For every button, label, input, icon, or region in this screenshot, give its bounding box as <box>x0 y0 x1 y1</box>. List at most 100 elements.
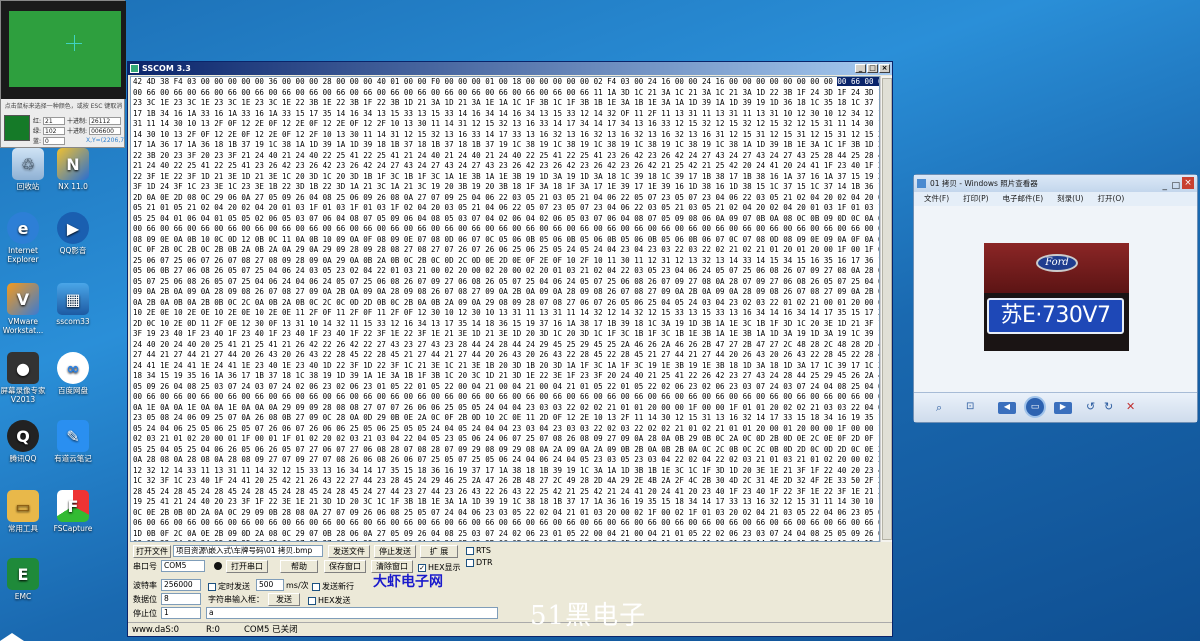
hex-display-checkbox[interactable]: ✓ HEX显示 <box>418 562 461 573</box>
checkbox-box[interactable]: ✓ <box>418 563 426 572</box>
close-icon[interactable]: × <box>879 64 890 73</box>
menu-open[interactable]: 打开(O) <box>1097 192 1124 206</box>
license-plate: 苏E·730V7 <box>987 298 1124 334</box>
previous-icon[interactable]: ◀ <box>998 402 1016 414</box>
checkbox-box[interactable] <box>308 596 316 605</box>
vmware-icon[interactable]: V VMware Workstat... <box>0 283 51 335</box>
red-label: 红: <box>33 118 42 125</box>
viewer-titlebar[interactable]: 01 拷贝 - Windows 照片查看器 _ □ × <box>914 175 1197 192</box>
send-button[interactable]: 发送 <box>268 593 300 606</box>
send-input[interactable]: a <box>206 607 498 619</box>
red-dec-value[interactable]: 26112 <box>89 116 122 125</box>
delete-icon[interactable]: ✕ <box>1126 400 1135 413</box>
file-path-field[interactable]: 项目资源\嵌入式\车牌号码\01 拷贝.bmp <box>173 545 323 557</box>
sscom-icon[interactable]: ▦ sscom33 <box>45 283 101 326</box>
stop-send-button[interactable]: 停止发送 <box>374 545 416 558</box>
hex-line: 1C 32 3F 1C 23 40 1F 24 41 20 25 42 21 2… <box>133 476 880 485</box>
photo-viewer-window[interactable]: 01 拷贝 - Windows 照片查看器 _ □ × 文件(F) 打印(P) … <box>913 174 1198 423</box>
magnifier-preview <box>1 1 126 99</box>
hex-selection: 00 66 00 66 00 <box>837 77 879 86</box>
youdao-note-icon[interactable]: ✎ 有道云笔记 <box>45 420 101 463</box>
hex-line: 18 34 15 19 35 16 1A 36 17 1B 37 18 1C 3… <box>133 371 880 380</box>
ie-icon[interactable]: e Internet Explorer <box>0 212 51 264</box>
green-dec-value[interactable]: 006600 <box>89 126 122 135</box>
scroll-thumb[interactable] <box>882 78 892 540</box>
qq-player-icon[interactable]: ▶ QQ影音 <box>45 212 101 255</box>
checkbox-box[interactable] <box>466 546 474 555</box>
icon-label: 屏幕录像专家 V2013 <box>0 386 46 404</box>
dtr-checkbox[interactable]: DTR <box>466 558 493 567</box>
fscapture-icon[interactable]: F FSCapture <box>45 490 101 533</box>
minimize-icon[interactable]: _ <box>855 64 866 73</box>
hex-line: 0C 0E 2B 0B 0D 2A 0A 0C 29 09 0B 28 08 0… <box>133 507 880 517</box>
tools-folder-icon[interactable]: ▭ 常用工具 <box>0 490 51 533</box>
send-newline-label: 发送新行 <box>322 582 354 591</box>
viewer-toolbar: ⌕ ⊡ ◀ ▭ ▶ ↺ ↻ ✕ <box>914 392 1197 422</box>
vertical-scrollbar[interactable] <box>880 76 892 542</box>
hex-line: 17 1A 36 17 1A 36 18 1B 37 19 1C 38 1A 1… <box>133 140 880 149</box>
hex-line: 05 24 04 06 25 05 06 25 05 07 26 06 07 2… <box>133 423 880 433</box>
green-value[interactable]: 102 <box>43 126 66 135</box>
checkbox-box[interactable] <box>208 582 216 591</box>
close-icon[interactable]: × <box>1182 177 1194 189</box>
start-corner-icon[interactable] <box>0 633 24 641</box>
qq-icon[interactable]: Q 腾讯QQ <box>0 420 51 463</box>
port-select[interactable]: COM5 <box>161 560 205 572</box>
screen-recorder-icon[interactable]: ● 屏幕录像专家 V2013 <box>0 352 51 404</box>
rotate-left-icon[interactable]: ↺ <box>1086 400 1095 413</box>
zoom-icon[interactable]: ⌕ <box>936 401 942 415</box>
save-window-button[interactable]: 保存窗口 <box>324 560 366 573</box>
next-icon[interactable]: ▶ <box>1054 402 1072 414</box>
hex-line: 05 06 0B 27 06 08 26 05 07 25 04 06 24 0… <box>133 266 880 275</box>
blue-value[interactable]: 0 <box>43 136 66 145</box>
icon-label: 腾讯QQ <box>9 454 37 463</box>
hex-send-checkbox[interactable]: HEX发送 <box>308 595 351 606</box>
menu-print[interactable]: 打印(P) <box>963 192 988 206</box>
menu-file[interactable]: 文件(F) <box>924 192 949 206</box>
hex-line: 21 24 40 22 25 41 22 25 41 23 26 42 23 2… <box>133 161 880 170</box>
actual-size-icon[interactable]: ⊡ <box>966 401 974 412</box>
checkbox-box[interactable] <box>312 582 320 591</box>
interval-input[interactable]: 500 <box>256 579 284 591</box>
clear-window-button[interactable]: 清除窗口 <box>371 560 413 573</box>
rotate-right-icon[interactable]: ↻ <box>1104 400 1113 413</box>
hex-line: 10 2E 0E 10 2E 0E 10 2E 0E 10 2E 0E 11 2… <box>133 308 880 317</box>
stopbits-select[interactable]: 1 <box>161 607 201 619</box>
hex-line: 23 3C 1E 23 3C 1E 23 3C 1E 23 3C 1E 22 3… <box>133 98 880 107</box>
baud-select[interactable]: 256000 <box>161 579 201 591</box>
emc-icon[interactable]: E EMC <box>0 558 51 601</box>
picker-hint: 点击鼠标来选择一种颜色，或按 ESC 键取消 <box>4 103 123 110</box>
slideshow-icon[interactable]: ▭ <box>1024 396 1046 418</box>
baidu-netdisk-icon[interactable]: ∞ 百度网盘 <box>45 352 101 395</box>
hex-send-label: HEX发送 <box>318 596 351 605</box>
help-button[interactable]: 帮助 <box>280 560 318 573</box>
rts-checkbox[interactable]: RTS <box>466 546 491 555</box>
hex-line: 17 1B 34 16 1A 33 16 1A 33 16 1A 33 15 1… <box>133 108 880 118</box>
nx-icon[interactable]: N NX 11.0 <box>45 148 101 191</box>
send-file-button[interactable]: 发送文件 <box>328 545 370 558</box>
expand-button[interactable]: 扩 展 <box>420 545 458 558</box>
timed-send-checkbox[interactable]: 定时发送 <box>208 581 250 592</box>
viewer-title: 01 拷贝 - Windows 照片查看器 <box>930 179 1038 188</box>
open-port-button[interactable]: 打开串口 <box>226 560 268 573</box>
red-value[interactable]: 21 <box>43 116 66 125</box>
icon-label: 常用工具 <box>8 524 38 533</box>
sscom-window[interactable]: SSCOM 3.3 _ □ × 42 4D 38 F4 03 00 00 00 … <box>127 61 893 637</box>
icon-label: Internet Explorer <box>7 246 39 264</box>
icon-label: VMware Workstat... <box>2 317 44 335</box>
stopbits-label: 停止位 <box>133 609 157 618</box>
checkbox-box[interactable] <box>466 558 474 567</box>
color-swatch <box>4 115 30 141</box>
icon-label: sscom33 <box>56 317 90 326</box>
databits-select[interactable]: 8 <box>161 593 201 605</box>
sscom-titlebar[interactable]: SSCOM 3.3 _ □ × <box>128 62 892 75</box>
maximize-icon[interactable]: □ <box>867 64 878 73</box>
color-picker-window[interactable]: 点击鼠标来选择一种颜色，或按 ESC 键取消 红: 21 十进制: 26112 绿: 1… <box>0 0 134 148</box>
brand-label: 大虾电子网 <box>373 574 443 590</box>
send-newline-checkbox[interactable]: 发送新行 <box>312 581 354 592</box>
menu-burn[interactable]: 刻录(U) <box>1057 192 1083 206</box>
receive-text-area[interactable]: 42 4D 38 F4 03 00 00 00 00 00 36 00 00 0… <box>130 76 880 542</box>
open-file-button[interactable]: 打开文件 <box>133 545 171 558</box>
hex-line: 22 3F 1E 22 3F 1D 21 3E 1D 21 3E 1C 20 3… <box>133 171 880 181</box>
menu-email[interactable]: 电子邮件(E) <box>1003 192 1044 206</box>
